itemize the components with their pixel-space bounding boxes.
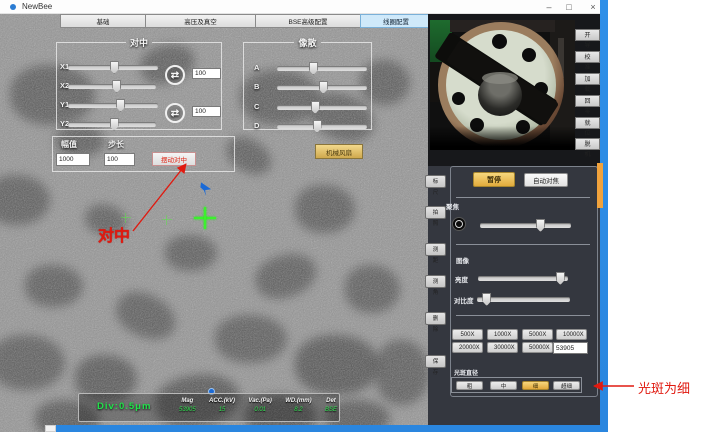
home-zero-button[interactable]: 回零 <box>575 95 600 107</box>
divider-2 <box>456 244 590 245</box>
autofocus-button[interactable]: 自动对焦 <box>524 173 568 187</box>
stig-c-label: C <box>254 102 259 111</box>
delete-tool-button[interactable]: 删除 <box>425 312 446 325</box>
edge-highlight <box>597 163 603 208</box>
save-tool-button[interactable]: 保存 <box>425 355 446 368</box>
open-navigation-button[interactable]: 开导航 <box>575 29 600 41</box>
annotation-centering-text: 对中 <box>98 222 130 246</box>
swap-x-icon[interactable]: ⇄ <box>165 65 185 85</box>
measure-angle-tool-button[interactable]: 测角 <box>425 275 446 288</box>
x1-slider[interactable] <box>68 61 158 75</box>
amplitude-label: 幅值 <box>61 139 77 150</box>
marker-cross-small-1 <box>121 217 131 218</box>
offline-button[interactable]: 脱机 <box>575 138 600 150</box>
status-bar: Div:0.5μm Mag53905 ACC.(kV)15 Vac.(Pa)0.… <box>78 393 340 422</box>
taskbar-strip <box>56 425 602 432</box>
tab-basic[interactable]: 基础 <box>60 14 145 28</box>
status-col-wd: WD.(mm)8.2 <box>285 398 311 413</box>
snapshot-tool-button[interactable]: 拍照 <box>425 206 446 219</box>
contrast-slider[interactable] <box>477 293 570 307</box>
tab-coil-config[interactable]: 线圈配置 <box>360 14 432 28</box>
stig-a-label: A <box>254 63 259 72</box>
mag-10000x-button[interactable]: 10000X <box>556 329 587 340</box>
tab-bar: 基础 高压及真空 BSE高级配置 线圈配置 <box>60 14 432 28</box>
step-label: 步长 <box>108 139 124 150</box>
divider-1 <box>456 197 590 198</box>
step-input[interactable] <box>104 153 135 166</box>
stigmator-panel: 像散 A B C D <box>243 36 372 130</box>
status-col-det: DetBSE <box>325 398 337 413</box>
y2-slider[interactable] <box>68 118 156 132</box>
y-range-input[interactable] <box>192 106 221 117</box>
contrast-label: 对比度 <box>454 295 474 305</box>
minimize-button[interactable]: – <box>538 0 560 14</box>
stig-b-label: B <box>254 82 259 91</box>
pause-button[interactable]: 暂停 <box>473 172 515 187</box>
stig-b-slider[interactable] <box>277 81 367 95</box>
measure-distance-tool-button[interactable]: 测距 <box>425 243 446 256</box>
taskbar-icon[interactable] <box>45 425 56 432</box>
stig-c-slider[interactable] <box>277 101 367 115</box>
marker-cross-small-2v <box>166 215 167 225</box>
titlebar[interactable]: NewBee – □ × <box>0 0 607 14</box>
mag-20000x-button[interactable]: 20000X <box>452 342 483 353</box>
spot-medium-button[interactable]: 中 <box>490 381 517 390</box>
spot-size-label: 光斑直径 <box>454 368 478 377</box>
status-col-acc: ACC.(kV)15 <box>209 398 235 413</box>
status-columns: Mag53905 ACC.(kV)15 Vac.(Pa)0.01 WD.(mm)… <box>179 398 337 413</box>
status-col-vac: Vac.(Pa)0.01 <box>248 398 271 413</box>
mechanical-fan-button[interactable]: 机械风扇 <box>315 144 363 159</box>
load-button[interactable]: 加载 <box>575 73 600 85</box>
swap-y-icon[interactable]: ⇄ <box>165 103 185 123</box>
brightness-slider[interactable] <box>478 272 568 286</box>
spot-fine-button[interactable]: 细 <box>522 381 549 390</box>
brightness-label: 亮度 <box>455 274 468 284</box>
mag-5000x-button[interactable]: 5000X <box>522 329 553 340</box>
x2-slider[interactable] <box>68 80 156 94</box>
magnification-input[interactable] <box>553 342 588 354</box>
centering-panel-title: 对中 <box>126 36 152 49</box>
calibrate-button[interactable]: 校准 <box>575 51 600 63</box>
centering-panel: 对中 X1 X2 Y1 Y2 ⇄ ⇄ <box>56 36 222 130</box>
in-position-button[interactable]: 就位 <box>575 117 600 129</box>
amplitude-input[interactable] <box>56 153 90 166</box>
spot-ultrafine-button[interactable]: 超细 <box>553 381 580 390</box>
window-title: NewBee <box>22 2 52 11</box>
stig-d-slider[interactable] <box>277 120 367 134</box>
amplitude-step-panel: 幅值 步长 摆动对中 <box>52 136 235 172</box>
y1-slider[interactable] <box>68 99 158 113</box>
focus-indicator-icon <box>452 217 466 231</box>
tab-bse-advanced[interactable]: BSE高级配置 <box>255 14 360 28</box>
mag-1000x-button[interactable]: 1000X <box>487 329 518 340</box>
marker-cross-small-2 <box>162 219 172 220</box>
image-section-label: 图像 <box>456 255 469 265</box>
ruler-tool-button[interactable]: 标尺 <box>425 175 446 188</box>
chamber-camera-view <box>430 20 575 150</box>
spot-coarse-button[interactable]: 粗 <box>456 381 483 390</box>
status-col-mag: Mag53905 <box>179 398 196 413</box>
spot-size-group: 粗 中 细 超细 <box>451 377 582 393</box>
mag-500x-button[interactable]: 500X <box>452 329 483 340</box>
stigmator-panel-title: 像散 <box>294 36 320 49</box>
stig-a-slider[interactable] <box>277 62 367 76</box>
mag-50000x-button[interactable]: 50000X <box>522 342 553 353</box>
mag-30000x-button[interactable]: 30000X <box>487 342 518 353</box>
desktop-edge-strip <box>600 0 608 432</box>
divider-3 <box>456 315 590 316</box>
stig-d-label: D <box>254 121 259 130</box>
maximize-button[interactable]: □ <box>558 0 580 14</box>
annotation-spot-text: 光斑为细 <box>638 378 690 397</box>
beam-crosshair-v <box>204 207 206 229</box>
focus-slider[interactable] <box>480 219 571 233</box>
x-range-input[interactable] <box>192 68 221 79</box>
wobble-centering-button[interactable]: 摆动对中 <box>152 152 196 166</box>
app-icon <box>10 4 16 10</box>
div-scale-text: Div:0.5μm <box>97 401 151 412</box>
focus-label: 聚焦 <box>446 201 459 211</box>
tab-hv-vacuum[interactable]: 高压及真空 <box>145 14 255 28</box>
newbee-app-window: NewBee – □ × 基础 高压及真空 BSE高级配置 线圈配置 对中 X1… <box>0 0 720 432</box>
